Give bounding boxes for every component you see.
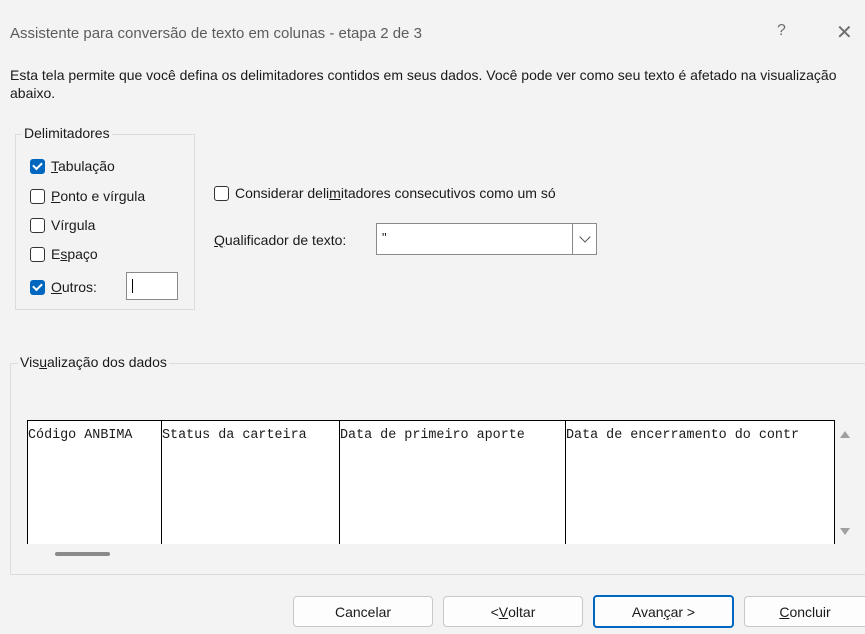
consecutive-label: Considerar delimitadores consecutivos co… (235, 185, 556, 201)
back-button[interactable]: < Voltar (443, 596, 583, 627)
data-preview-grid[interactable]: Código ANBIMA Status da carteira Data de… (27, 420, 835, 544)
help-icon[interactable]: ? (777, 22, 786, 40)
comma-label: Vírgula (51, 217, 96, 233)
space-checkbox[interactable]: Espaço (30, 246, 98, 262)
tab-checkbox[interactable]: Tabulação (30, 158, 115, 174)
checkbox-checked-icon (30, 158, 45, 174)
delimiters-group-label: Delimitadores (22, 125, 112, 141)
preview-column-1: Código ANBIMA (28, 421, 162, 544)
preview-column-2: Status da carteira (162, 421, 340, 544)
other-label: Outros: (51, 279, 97, 295)
text-qualifier-value: " (382, 230, 387, 245)
next-button[interactable]: Avan ç ar > (593, 595, 734, 628)
checkbox-unchecked-icon (30, 246, 45, 262)
semicolon-label: Ponto e vírgula (51, 188, 146, 204)
tab-label: Tabulação (51, 158, 115, 174)
scroll-up-arrow-icon[interactable] (840, 431, 850, 438)
scroll-down-arrow-icon[interactable] (840, 528, 850, 535)
close-icon[interactable]: ✕ (836, 20, 853, 45)
other-checkbox[interactable]: Outros: (30, 279, 97, 295)
horizontal-scrollbar-thumb[interactable] (55, 552, 110, 556)
text-caret: | (132, 279, 133, 293)
consecutive-delimiters-checkbox[interactable]: Considerar delimitadores consecutivos co… (214, 185, 556, 201)
checkbox-unchecked-icon (214, 185, 229, 201)
space-label: Espaço (51, 246, 98, 262)
wizard-description: Esta tela permite que você defina os del… (10, 67, 837, 101)
preview-column-3: Data de primeiro aporte (340, 421, 566, 544)
chevron-down-icon (578, 231, 591, 243)
dropdown-button[interactable] (572, 224, 596, 254)
semicolon-checkbox[interactable]: Ponto e vírgula (30, 188, 145, 204)
preview-column-4: Data de encerramento do contr (566, 428, 800, 443)
checkbox-unchecked-icon (30, 217, 45, 233)
cancel-button[interactable]: Cancelar (293, 596, 433, 627)
comma-checkbox[interactable]: Vírgula (30, 217, 95, 233)
finish-button[interactable]: Concluir (744, 596, 865, 627)
vertical-scrollbar[interactable] (835, 420, 855, 544)
checkbox-unchecked-icon (30, 188, 45, 204)
text-qualifier-select[interactable]: " (376, 223, 597, 255)
checkbox-checked-icon (30, 279, 45, 295)
other-delimiter-input[interactable]: | (126, 272, 178, 300)
title-bar: Assistente para conversão de texto em co… (0, 0, 865, 66)
text-qualifier-label: Qualificador de texto: (214, 232, 347, 248)
data-preview-label: Visualização dos dados (18, 354, 169, 370)
window-title: Assistente para conversão de texto em co… (10, 25, 422, 42)
